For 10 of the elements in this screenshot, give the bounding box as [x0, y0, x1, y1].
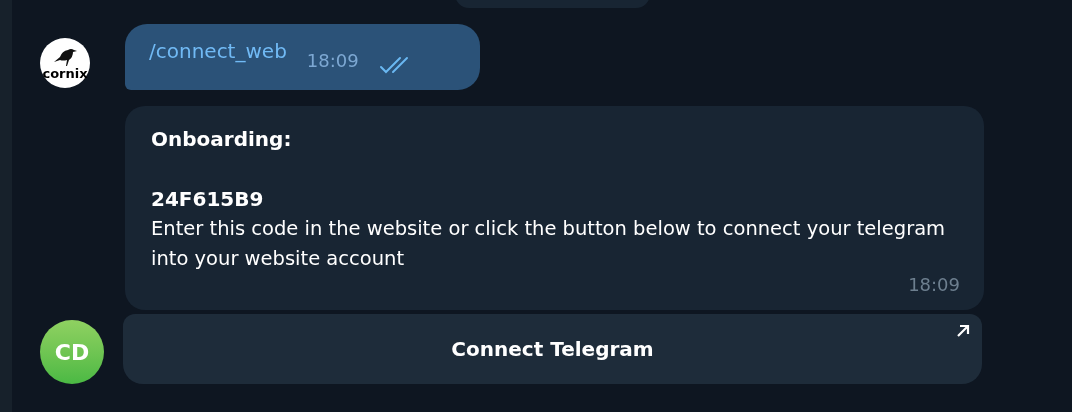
user-avatar: CD — [40, 320, 104, 384]
logo-text: cornix — [42, 67, 88, 80]
message-title: Onboarding: — [151, 126, 292, 153]
onboarding-code: 24F615B9 — [151, 186, 264, 213]
message-time: 18:09 — [306, 49, 359, 73]
message-body: Enter this code in the website or click the button below to connect your telegram into your website account — [151, 216, 947, 272]
external-link-arrow-icon — [956, 324, 970, 338]
connect-button[interactable]: Connect Telegram — [123, 314, 982, 384]
command-text: /connect_web — [149, 38, 287, 65]
message-time: 18:09 — [908, 274, 960, 296]
